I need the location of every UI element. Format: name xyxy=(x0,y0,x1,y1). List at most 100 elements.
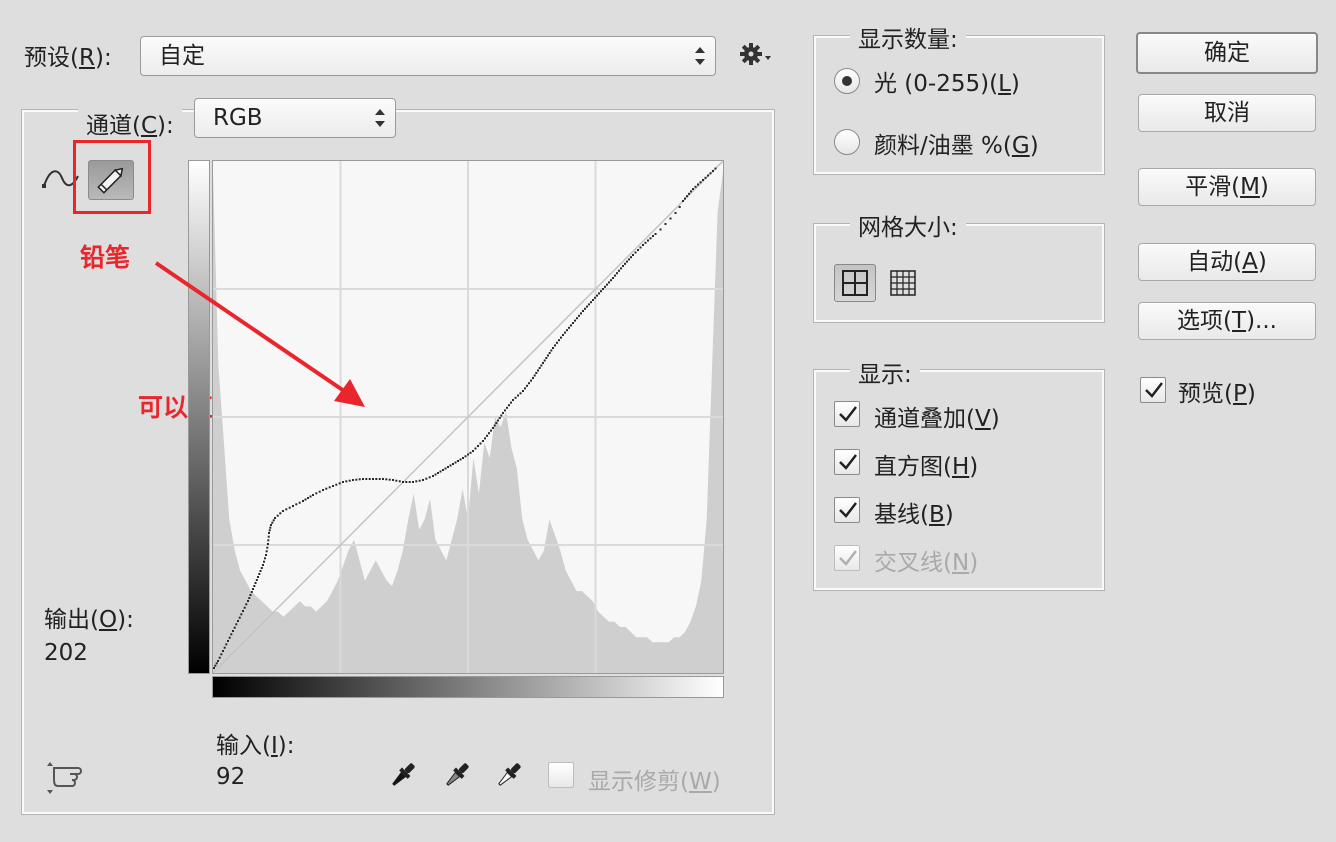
curve-point xyxy=(262,564,264,566)
curve-point xyxy=(268,529,271,532)
curve-point xyxy=(243,606,246,609)
curve-point xyxy=(257,576,259,578)
curve-point xyxy=(664,223,667,225)
curve-point xyxy=(488,432,490,435)
curve-point xyxy=(342,481,344,483)
pigment-radio[interactable] xyxy=(834,129,860,155)
curve-point xyxy=(712,170,714,172)
curve-point xyxy=(325,487,328,490)
curve-point xyxy=(267,543,269,545)
curve-point xyxy=(395,479,398,482)
curve-point xyxy=(322,489,324,491)
light-radio[interactable] xyxy=(834,68,860,94)
curve-point xyxy=(606,283,608,286)
curve-point xyxy=(454,461,457,464)
gray-point-eyedropper-icon[interactable] xyxy=(438,758,474,794)
curve-point xyxy=(647,239,649,242)
curve-point xyxy=(495,422,498,424)
curve-point xyxy=(652,235,654,237)
curve-point xyxy=(479,442,482,445)
preview-label: 预览(P) xyxy=(1178,381,1256,407)
curve-point xyxy=(309,495,312,498)
curve-point xyxy=(580,312,582,315)
input-gradient-bar xyxy=(212,676,724,698)
curve-point xyxy=(560,336,562,339)
curve-point xyxy=(230,633,233,636)
curve-point xyxy=(348,479,351,482)
curve-point xyxy=(568,326,570,329)
curve-point xyxy=(222,650,224,652)
histogram-checkbox[interactable] xyxy=(834,449,860,475)
curve-point xyxy=(632,254,634,256)
smooth-button[interactable]: 平滑(M) xyxy=(1138,168,1316,206)
curve-point xyxy=(537,369,539,372)
curve-point xyxy=(312,494,314,496)
curve-point xyxy=(375,478,378,480)
options-button[interactable]: 选项(T)... xyxy=(1138,302,1316,340)
white-point-eyedropper-icon[interactable] xyxy=(490,758,526,794)
curve-point xyxy=(474,447,477,450)
channel-select[interactable]: RGB xyxy=(194,98,396,138)
curve-point xyxy=(669,217,672,220)
curve-point xyxy=(238,616,241,619)
curve-point xyxy=(227,640,229,642)
curve-point xyxy=(654,233,657,235)
on-image-adjust-hand-icon[interactable] xyxy=(46,760,88,796)
curve-point xyxy=(608,281,610,284)
curve-point xyxy=(268,532,270,534)
pencil-highlight-box xyxy=(73,140,151,214)
curve-point xyxy=(542,362,544,364)
curve-point xyxy=(233,626,236,629)
preview-checkbox[interactable] xyxy=(1140,377,1166,403)
curve-point xyxy=(398,480,401,483)
curve-point xyxy=(302,500,304,502)
curve-point xyxy=(442,469,444,471)
curve-point xyxy=(582,310,584,312)
curve-point xyxy=(497,419,499,422)
baseline-checkbox[interactable] xyxy=(834,497,860,523)
curve-point xyxy=(588,303,590,306)
curve-point xyxy=(659,228,662,231)
curve-point xyxy=(517,394,519,397)
show-clipping-checkbox[interactable] xyxy=(548,762,574,788)
simple-grid-button[interactable] xyxy=(834,264,876,302)
auto-button[interactable]: 自动(A) xyxy=(1138,243,1316,281)
curve-point xyxy=(596,294,598,297)
curve-point xyxy=(714,167,717,170)
curve-point xyxy=(532,377,534,379)
curve-point xyxy=(253,585,256,587)
ok-button[interactable]: 确定 xyxy=(1136,32,1318,74)
curve-point xyxy=(477,445,479,447)
curve-point xyxy=(272,519,275,522)
curve-point xyxy=(562,334,564,336)
curve-point xyxy=(464,455,467,458)
curve-point xyxy=(274,517,276,519)
curve-point xyxy=(626,260,628,263)
curve-point xyxy=(279,512,282,515)
ok-button-label: 确定 xyxy=(1204,40,1250,66)
preset-select[interactable]: 自定 xyxy=(140,36,716,76)
detailed-grid-icon[interactable] xyxy=(888,268,918,298)
channel-label: 通道(C): xyxy=(86,113,174,139)
curve-point xyxy=(528,382,530,385)
curve-point xyxy=(618,269,620,272)
annotation-arrow xyxy=(154,261,365,407)
curve-point xyxy=(254,582,257,584)
curve-point xyxy=(434,473,437,476)
curve-point xyxy=(554,344,556,347)
curve-point xyxy=(307,497,309,499)
curve-point xyxy=(699,181,702,184)
gear-menu-icon[interactable] xyxy=(740,42,776,68)
channel-overlay-checkbox[interactable] xyxy=(834,401,860,427)
curve-point xyxy=(482,440,484,442)
curve-point xyxy=(564,331,566,334)
curve-point xyxy=(612,277,614,279)
curve-point xyxy=(264,557,266,560)
curve-point xyxy=(634,251,637,254)
black-point-eyedropper-icon[interactable] xyxy=(384,758,420,794)
curve-point xyxy=(684,197,686,200)
curve-point xyxy=(604,285,606,288)
curve-point xyxy=(315,492,318,495)
cancel-button[interactable]: 取消 xyxy=(1138,94,1316,132)
crosshair-checkbox[interactable] xyxy=(834,545,860,571)
